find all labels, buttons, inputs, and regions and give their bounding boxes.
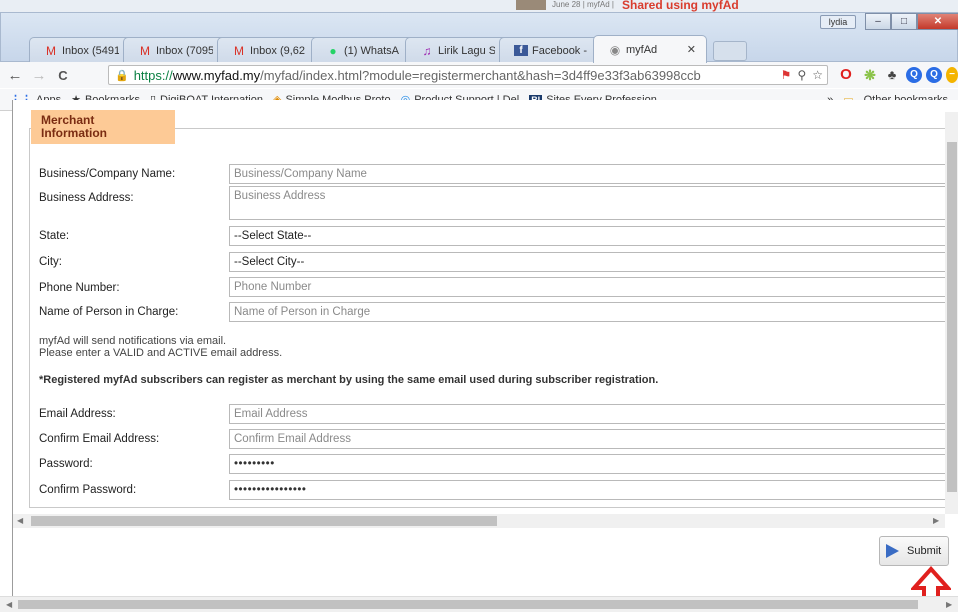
horizontal-scroll-thumb[interactable] [31,516,497,526]
back-button[interactable]: ← [6,67,24,84]
form-frame: Merchant Information Business/Company Na… [13,100,958,528]
form-horizontal-scrollbar[interactable]: ◀ ▶ [13,514,945,528]
tab-label: Inbox (7095 [156,44,213,57]
desktop-thumbnail [516,0,546,10]
close-window-button[interactable]: ✕ [917,13,958,30]
page-content: Merchant Information Business/Company Na… [12,100,958,612]
browser-toolbar: ← → C 🔒 https:// www.myfad.my /myfad/ind… [0,62,958,88]
scroll-right-arrow-icon[interactable]: ▶ [933,516,939,525]
forward-button[interactable]: → [30,67,48,84]
city-label: City: [39,256,62,268]
person-in-charge-input[interactable]: Name of Person in Charge [229,302,949,322]
confirm-email-input[interactable]: Confirm Email Address [229,429,949,449]
state-select[interactable]: --Select State-- [229,226,949,246]
minimize-button[interactable]: ‒ [865,13,891,30]
desktop-shared-text: Shared using myfAd [622,0,739,12]
gmail-icon: M [140,43,150,58]
extension-search-2-icon[interactable]: Q [926,67,942,83]
city-select[interactable]: --Select City-- [229,252,949,272]
site-info-icon[interactable]: ⚑ [781,68,792,82]
myfad-icon: ◉ [609,42,621,57]
reload-button[interactable]: C [54,68,72,83]
business-name-label: Business/Company Name: [39,168,176,180]
person-in-charge-label: Name of Person in Charge: [39,306,179,318]
whatsapp-icon: ● [329,43,337,58]
extension-leaf-icon[interactable]: ❋ [862,67,878,83]
facebook-icon: f [514,45,528,56]
email-input[interactable]: Email Address [229,404,949,424]
email-notice-line-1: myfAd will send notifications via email. [39,335,227,347]
desktop-note: June 28 | myfAd | [552,0,614,9]
password-input[interactable]: ••••••••• [229,454,949,474]
lock-icon: 🔒 [115,69,129,82]
submit-button[interactable]: Submit [879,536,949,566]
email-label: Email Address: [39,408,116,420]
submit-label: Submit [907,545,942,557]
phone-label: Phone Number: [39,282,120,294]
music-icon: ♫ [422,43,432,58]
tab-label: Facebook - [532,44,588,57]
bookmark-star-icon[interactable]: ☆ [812,68,823,82]
opera-icon[interactable]: O [838,67,854,83]
tab-myfad[interactable]: ◉ myfAd ✕ [593,35,707,63]
business-name-input[interactable]: Business/Company Name [229,164,949,184]
business-address-label: Business Address: [39,192,134,204]
form-vertical-scrollbar[interactable] [945,112,958,514]
key-icon[interactable]: ⚲ [797,68,806,82]
email-notice-line-2: Please enter a VALID and ACTIVE email ad… [39,347,283,359]
vertical-scroll-thumb[interactable] [947,142,957,492]
gmail-icon: M [234,43,244,58]
close-tab-icon[interactable]: ✕ [687,43,696,56]
page-scroll-left-icon[interactable]: ◀ [6,600,12,609]
tab-label: (1) WhatsA [344,44,400,57]
page-horizontal-scrollbar[interactable]: ◀ ▶ [0,596,958,612]
address-bar-icons: ⚑ ⚲ ☆ [776,68,823,82]
tab-label: Inbox (9,62 [250,44,306,57]
gmail-icon: M [46,43,56,58]
tab-label: Lirik Lagu S [438,44,495,57]
profile-button[interactable]: lydia [820,15,856,29]
page-scroll-thumb[interactable] [18,600,918,609]
play-icon [886,544,899,558]
scroll-left-arrow-icon[interactable]: ◀ [17,516,23,525]
address-bar[interactable]: 🔒 https:// www.myfad.my /myfad/index.htm… [108,65,828,85]
legend-line-2: Information [41,126,107,140]
confirm-password-input[interactable]: •••••••••••••••• [229,480,949,500]
extension-search-icon[interactable]: Q [906,67,922,83]
page-scroll-right-icon[interactable]: ▶ [946,600,952,609]
tab-label: Inbox (5491 [62,44,119,57]
subscriber-notice: *Registered myfAd subscribers can regist… [39,374,659,386]
password-label: Password: [39,458,93,470]
merchant-information-legend: Merchant Information [31,110,175,144]
state-label: State: [39,230,70,242]
url-scheme: https:// [133,67,173,83]
new-tab-button[interactable] [713,41,747,61]
url-host: www.myfad.my [172,67,261,83]
maximize-button[interactable]: □ [891,13,917,30]
confirm-password-label: Confirm Password: [39,484,137,496]
tab-label: myfAd [626,43,658,56]
title-bar: lydia ‒ □ ✕ M Inbox (5491 ✕ M Inbox (709… [0,12,958,63]
phone-input[interactable]: Phone Number [229,277,949,297]
business-address-input[interactable]: Business Address [229,186,949,220]
url-path: /myfad/index.html?module=registermerchan… [260,67,701,83]
extension-puzzle-icon[interactable]: ♣ [884,67,900,83]
extension-minus-icon[interactable]: − [946,67,958,83]
confirm-email-label: Confirm Email Address: [39,433,160,445]
tab-strip: M Inbox (5491 ✕ M Inbox (7095 ✕ M Inbox … [29,35,747,63]
